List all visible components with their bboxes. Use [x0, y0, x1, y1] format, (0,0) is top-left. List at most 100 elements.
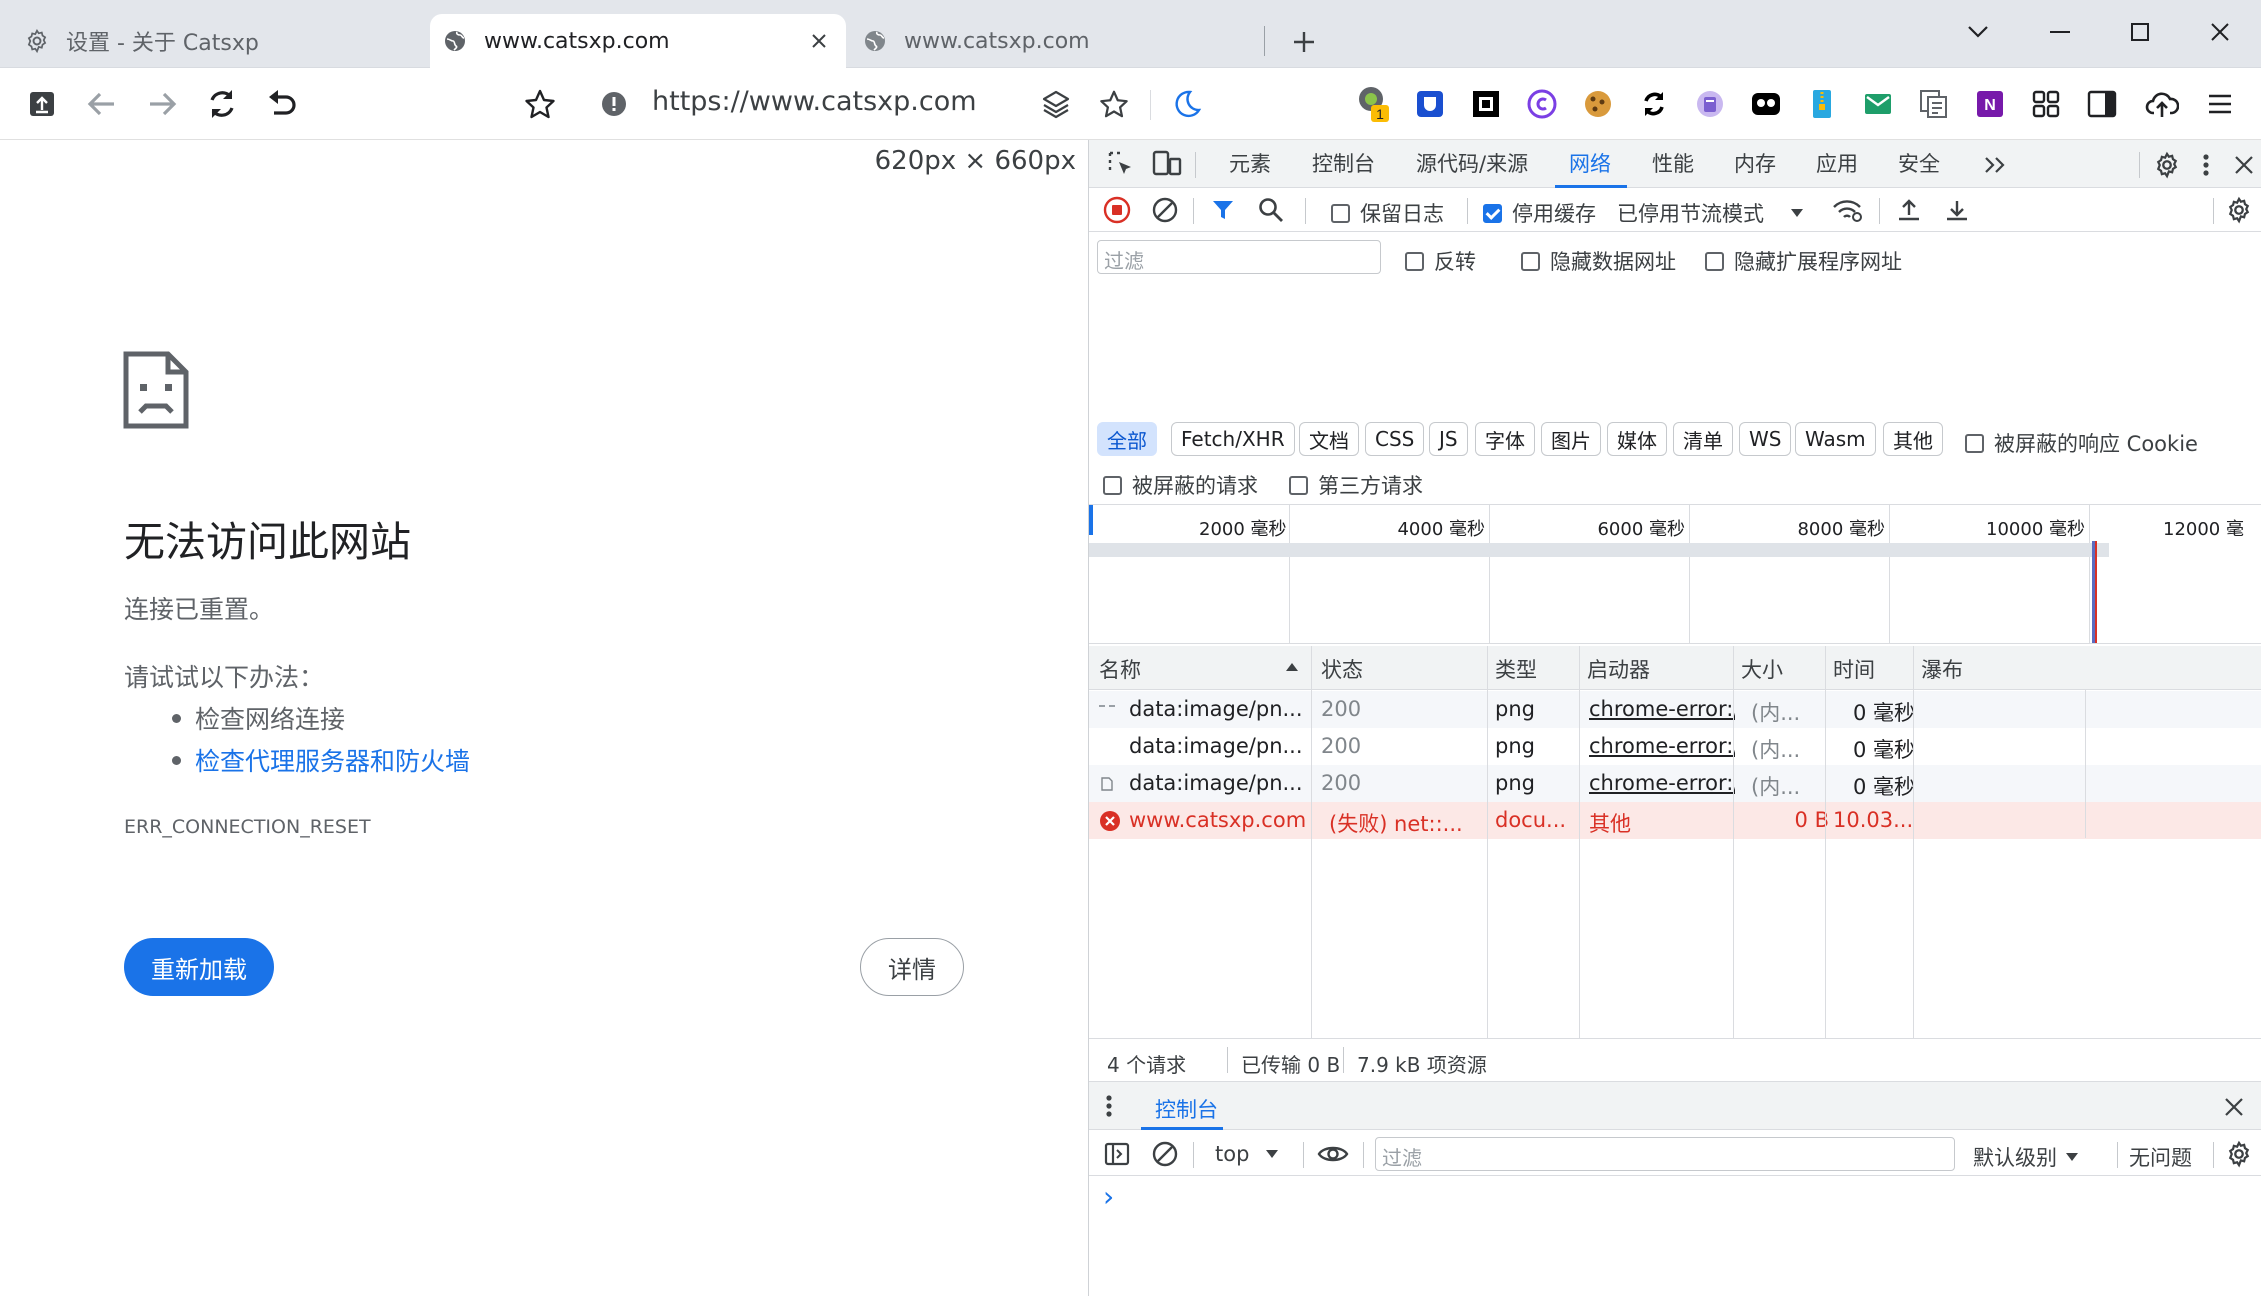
filter-chip-font[interactable]: 字体	[1475, 422, 1535, 456]
extension-stack-icon[interactable]	[1912, 82, 1956, 126]
blocked-requests-checkbox[interactable]: 被屏蔽的请求	[1103, 470, 1258, 500]
filter-chip-fetch-xhr[interactable]: Fetch/XHR	[1171, 422, 1295, 456]
share-upload-icon[interactable]	[20, 82, 64, 126]
request-initiator-link[interactable]: chrome-error:/	[1589, 771, 1735, 795]
inspect-element-icon[interactable]	[1103, 146, 1139, 182]
timeline-range-handle[interactable]	[1089, 505, 1093, 535]
timeline-overview[interactable]: 2000 毫秒 4000 毫秒 6000 毫秒 8000 毫秒 10000 毫秒…	[1089, 504, 2261, 644]
filter-chip-manifest[interactable]: 清单	[1673, 422, 1733, 456]
reload-icon[interactable]	[200, 82, 244, 126]
site-info-icon[interactable]	[592, 82, 636, 126]
context-select[interactable]: top	[1215, 1142, 1279, 1166]
filter-chip-ws[interactable]: WS	[1739, 422, 1792, 456]
layers-icon[interactable]	[1034, 82, 1078, 126]
issues-counter[interactable]: 无问题	[2129, 1142, 2192, 1172]
invert-checkbox[interactable]: 反转	[1405, 246, 1476, 276]
tab-memory[interactable]: 内存	[1734, 148, 1776, 188]
settings-gear-icon[interactable]	[2149, 148, 2185, 182]
log-level-select[interactable]: 默认级别	[1973, 1142, 2079, 1172]
tab-elements[interactable]: 元素	[1229, 148, 1271, 188]
sidebar-toggle-icon[interactable]	[2080, 82, 2124, 126]
extension-shield-icon[interactable]	[1408, 82, 1452, 126]
extension-status-icon[interactable]: 1	[1352, 82, 1396, 126]
checkbox-box-checked[interactable]	[1483, 203, 1502, 223]
column-header-name[interactable]: 名称	[1099, 654, 1141, 684]
tab-catsxp-active[interactable]: www.catsxp.com	[430, 14, 846, 68]
checkbox-box[interactable]	[1405, 251, 1424, 271]
checkbox-box[interactable]	[1103, 475, 1122, 495]
undo-icon[interactable]	[260, 82, 304, 126]
checkbox-box[interactable]	[1289, 475, 1308, 495]
export-har-icon[interactable]	[1941, 194, 1973, 226]
suggestion-item-link[interactable]: 检查代理服务器和防火墙	[172, 742, 470, 778]
third-party-checkbox[interactable]: 第三方请求	[1289, 470, 1423, 500]
extension-clipboard-icon[interactable]	[1688, 82, 1732, 126]
disable-cache-checkbox[interactable]: 停用缓存	[1483, 198, 1596, 228]
reload-button[interactable]: 重新加载	[124, 938, 274, 996]
request-name[interactable]: data:image/pn...	[1129, 734, 1313, 758]
drawer-tab-console[interactable]: 控制台	[1155, 1094, 1218, 1124]
column-header-status[interactable]: 状态	[1321, 654, 1363, 684]
new-tab-icon[interactable]	[1282, 20, 1326, 64]
maximize-icon[interactable]	[2110, 10, 2170, 54]
checkbox-box[interactable]	[1705, 251, 1724, 271]
request-name[interactable]: www.catsxp.com	[1129, 808, 1313, 832]
tab-application[interactable]: 应用	[1816, 148, 1858, 188]
extension-onenote-icon[interactable]: N	[1968, 82, 2012, 126]
tab-catsxp-2[interactable]: www.catsxp.com	[852, 14, 1262, 68]
console-prompt[interactable]: ›	[1103, 1180, 1114, 1214]
more-tabs-chevron-icon[interactable]	[1977, 148, 2013, 182]
tab-search-chevron-icon[interactable]	[1948, 10, 2008, 54]
column-header-initiator[interactable]: 启动器	[1587, 654, 1650, 684]
throttling-select[interactable]: 已停用节流模式	[1617, 198, 1804, 228]
filter-chip-media[interactable]: 媒体	[1607, 422, 1667, 456]
filter-chip-wasm[interactable]: Wasm	[1795, 422, 1876, 456]
forward-icon[interactable]	[140, 82, 184, 126]
request-initiator-link[interactable]: chrome-error:/	[1589, 697, 1735, 721]
column-header-waterfall[interactable]: 瀑布	[1921, 654, 1963, 684]
tab-sources[interactable]: 源代码/来源	[1416, 148, 1528, 188]
extension-cookie-icon[interactable]	[1576, 82, 1620, 126]
live-expression-eye-icon[interactable]	[1313, 1138, 1353, 1170]
menu-icon[interactable]	[2198, 82, 2242, 126]
console-settings-gear-icon[interactable]	[2221, 1138, 2257, 1170]
console-filter-input[interactable]: 过滤	[1375, 1137, 1955, 1171]
sort-ascending-icon[interactable]	[1285, 662, 1299, 672]
console-sidebar-icon[interactable]	[1101, 1138, 1133, 1170]
preserve-log-checkbox[interactable]: 保留日志	[1331, 198, 1444, 228]
column-header-type[interactable]: 类型	[1495, 654, 1537, 684]
favorites-star-icon[interactable]	[1092, 82, 1136, 126]
back-icon[interactable]	[80, 82, 124, 126]
close-devtools-icon[interactable]	[2227, 148, 2261, 182]
suggestion-link[interactable]: 检查代理服务器和防火墙	[195, 742, 470, 778]
tab-console[interactable]: 控制台	[1312, 148, 1375, 188]
drawer-menu-icon[interactable]	[1099, 1090, 1119, 1122]
clear-console-icon[interactable]	[1149, 1138, 1181, 1170]
close-window-icon[interactable]	[2190, 10, 2250, 54]
extension-mail-icon[interactable]	[1856, 82, 1900, 126]
network-settings-gear-icon[interactable]	[2221, 194, 2257, 226]
network-conditions-wifi-icon[interactable]	[1829, 194, 1865, 226]
bookmark-star-icon[interactable]	[518, 82, 562, 126]
checkbox-box[interactable]	[1521, 251, 1540, 271]
hide-extension-urls-checkbox[interactable]: 隐藏扩展程序网址	[1705, 246, 1902, 276]
checkbox-box[interactable]	[1965, 433, 1984, 453]
request-name[interactable]: data:image/pn...	[1129, 771, 1313, 795]
address-bar-url[interactable]: https://www.catsxp.com	[652, 86, 977, 117]
request-initiator-link[interactable]: chrome-error:/	[1589, 734, 1735, 758]
filter-chip-all[interactable]: 全部	[1097, 422, 1157, 456]
tab-security[interactable]: 安全	[1898, 148, 1940, 188]
extensions-puzzle-icon[interactable]	[2024, 82, 2068, 126]
close-drawer-icon[interactable]	[2217, 1090, 2251, 1124]
column-header-size[interactable]: 大小	[1741, 654, 1783, 684]
checkbox-box[interactable]	[1331, 203, 1350, 223]
tab-performance[interactable]: 性能	[1652, 148, 1694, 188]
more-options-icon[interactable]	[2191, 148, 2221, 182]
tab-network[interactable]: 网络	[1569, 148, 1611, 188]
close-tab-icon[interactable]	[806, 28, 832, 54]
device-toolbar-icon[interactable]	[1149, 146, 1185, 182]
minimize-icon[interactable]	[2030, 10, 2090, 54]
import-har-icon[interactable]	[1893, 194, 1925, 226]
extension-mask-icon[interactable]	[1744, 82, 1788, 126]
filter-chip-js[interactable]: JS	[1429, 422, 1468, 456]
